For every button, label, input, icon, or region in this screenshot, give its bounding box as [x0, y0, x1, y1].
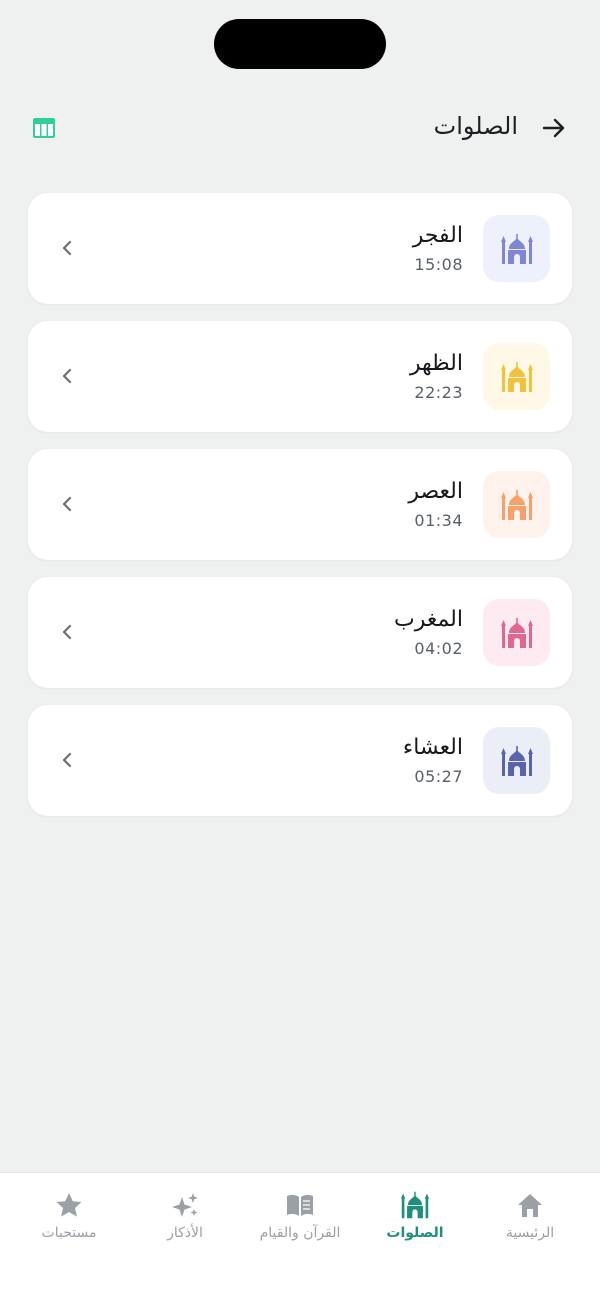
bottom-tab-bar: الرئيسية الصلوات القرآن والقيام الأذكار …: [0, 1172, 600, 1300]
prayer-card-asr[interactable]: العصر 01:34: [28, 449, 572, 560]
chevron-left-icon: [62, 240, 72, 256]
prayer-time: 05:27: [414, 767, 463, 786]
prayer-icon-tile: [483, 471, 550, 538]
mosque-icon: [500, 617, 533, 648]
star-icon: [56, 1193, 82, 1217]
prayer-card-dhuhr[interactable]: الظهر 22:23: [28, 321, 572, 432]
page-title: الصلوات: [433, 112, 518, 140]
tab-label: مستحبات: [41, 1225, 97, 1241]
tab-quran[interactable]: القرآن والقيام: [240, 1173, 360, 1263]
prayer-name: الظهر: [409, 351, 463, 376]
dynamic-island: [214, 19, 386, 69]
tab-prayers[interactable]: الصلوات: [355, 1173, 475, 1263]
prayer-name: العصر: [408, 479, 463, 504]
mosque-icon: [500, 489, 533, 520]
chevron-left-icon: [62, 624, 72, 640]
prayer-name: العشاء: [402, 735, 463, 760]
prayer-name: الفجر: [412, 223, 463, 248]
prayer-list: الفجر 15:08 الظهر 22:23 العصر 01:34 المغ…: [28, 193, 572, 833]
prayer-card-maghrib[interactable]: المغرب 04:02: [28, 577, 572, 688]
prayer-time: 22:23: [414, 383, 463, 402]
arrow-right-icon[interactable]: [540, 114, 568, 142]
tab-label: الصلوات: [386, 1225, 444, 1241]
mosque-icon: [500, 233, 533, 264]
chevron-left-icon: [62, 368, 72, 384]
mosque-icon: [500, 745, 533, 776]
prayer-time: 01:34: [414, 511, 463, 530]
tab-home[interactable]: الرئيسية: [470, 1173, 590, 1263]
tab-label: الأذكار: [167, 1225, 203, 1241]
chevron-left-icon: [62, 496, 72, 512]
prayer-card-isha[interactable]: العشاء 05:27: [28, 705, 572, 816]
mosque-icon: [400, 1191, 430, 1219]
tab-label: الرئيسية: [505, 1225, 555, 1241]
tab-label: القرآن والقيام: [259, 1225, 341, 1241]
home-icon: [518, 1194, 542, 1217]
prayer-card-fajr[interactable]: الفجر 15:08: [28, 193, 572, 304]
calendar-table-icon[interactable]: [32, 116, 56, 140]
prayer-icon-tile: [483, 215, 550, 282]
prayer-name: المغرب: [394, 607, 463, 632]
sparkles-icon: [172, 1193, 198, 1217]
mosque-icon: [500, 361, 533, 392]
header: الصلوات: [0, 100, 600, 156]
tab-favorites[interactable]: مستحبات: [9, 1173, 129, 1263]
prayer-icon-tile: [483, 599, 550, 666]
prayer-icon-tile: [483, 343, 550, 410]
chevron-left-icon: [62, 752, 72, 768]
tab-adhkar[interactable]: الأذكار: [125, 1173, 245, 1263]
prayer-time: 04:02: [414, 639, 463, 658]
prayer-icon-tile: [483, 727, 550, 794]
prayer-time: 15:08: [414, 255, 463, 274]
book-icon: [287, 1194, 313, 1216]
